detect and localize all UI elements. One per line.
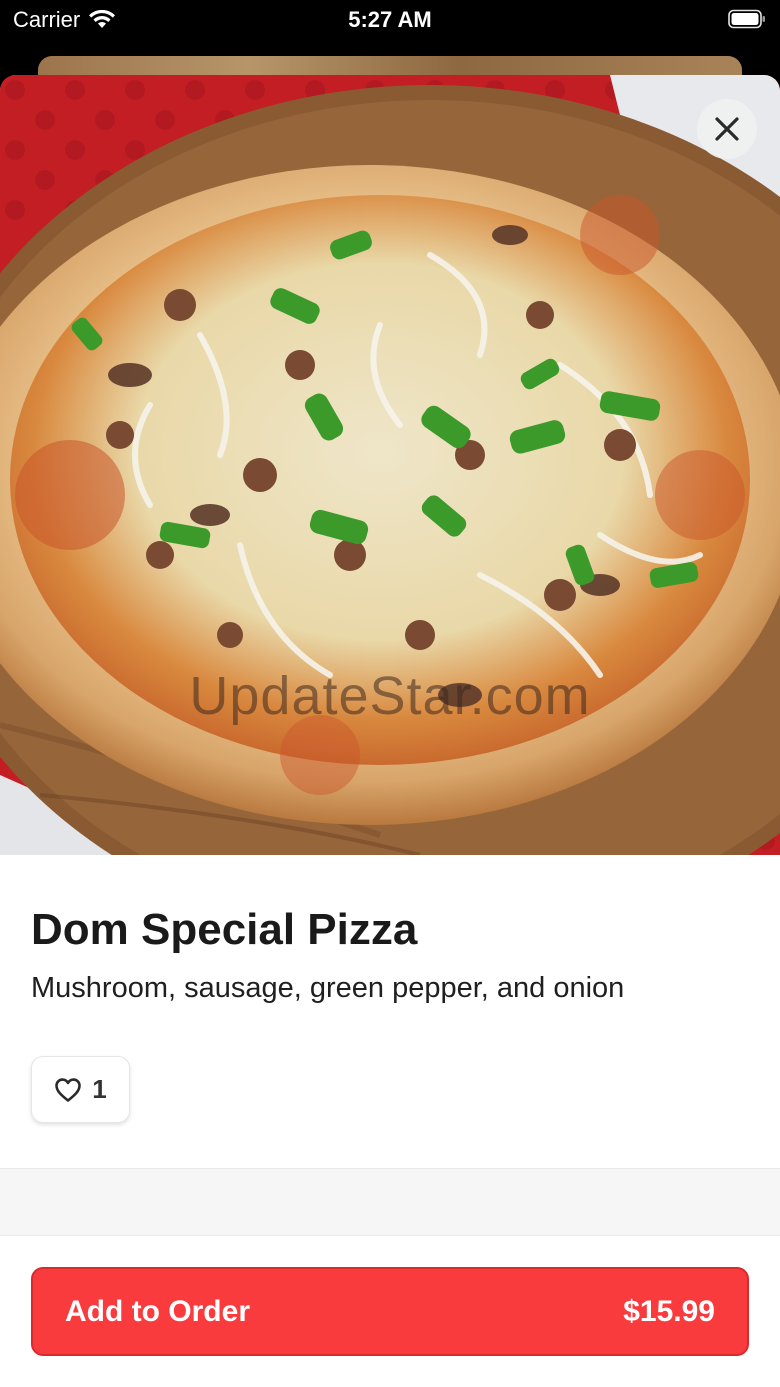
item-price: $15.99 [623, 1294, 715, 1328]
status-bar: Carrier 5:27 AM [0, 0, 780, 40]
footer-divider [0, 1235, 780, 1236]
item-detail-sheet: UpdateStar.com Dom Special Pizza Mushroo… [0, 75, 780, 1387]
options-section [0, 1169, 780, 1235]
add-to-order-button[interactable]: Add to Order $15.99 [31, 1267, 749, 1356]
close-button[interactable] [697, 99, 757, 159]
pizza-image: UpdateStar.com [0, 75, 780, 855]
image-watermark: UpdateStar.com [189, 666, 591, 726]
item-title: Dom Special Pizza [31, 905, 418, 954]
battery-icon [728, 9, 765, 29]
close-icon [715, 117, 739, 141]
item-description: Mushroom, sausage, green pepper, and oni… [31, 972, 625, 1004]
add-to-order-label: Add to Order [65, 1294, 250, 1328]
pizza-illustration [0, 75, 780, 855]
like-count: 1 [92, 1074, 107, 1104]
like-button[interactable]: 1 [31, 1056, 130, 1123]
status-time: 5:27 AM [348, 7, 432, 32]
heart-icon [55, 1077, 82, 1102]
